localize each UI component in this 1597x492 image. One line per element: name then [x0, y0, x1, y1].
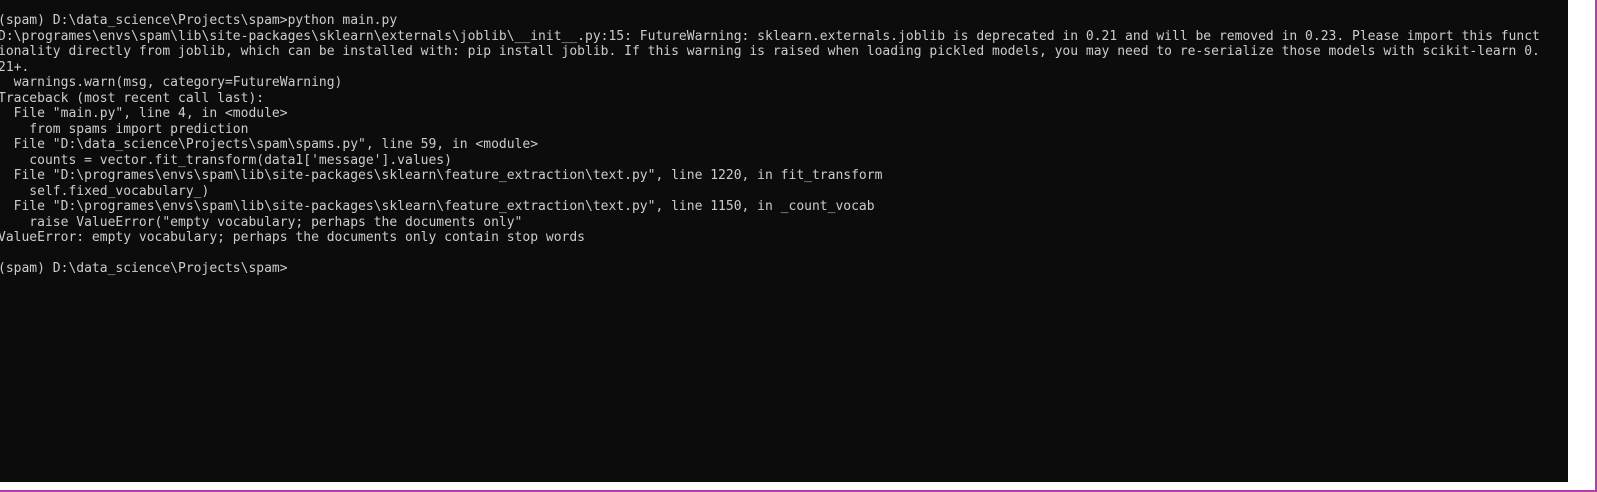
console-line: File "D:\data_science\Projects\spam\spam… [0, 137, 539, 152]
console-line: self.fixed_vocabulary_) [0, 183, 210, 199]
terminal-window: (spam) D:\data_science\Projects\spam>pyt… [0, 0, 1597, 492]
window-bottom-edge [0, 482, 1568, 490]
console-line: ValueError: empty vocabulary; perhaps th… [0, 230, 585, 245]
console-line: 21+. [0, 59, 30, 75]
console-line: from spams import prediction [0, 121, 249, 137]
console-output-area[interactable]: (spam) D:\data_science\Projects\spam>pyt… [0, 0, 1568, 482]
console-text: (spam) D:\data_science\Projects\spam>pyt… [0, 13, 1540, 277]
console-line: File "main.py", line 4, in <module> [0, 106, 288, 121]
console-line: raise ValueError("empty vocabulary; perh… [0, 214, 523, 230]
console-line: File "D:\programes\envs\spam\lib\site-pa… [0, 168, 883, 183]
console-line: warnings.warn(msg, category=FutureWarnin… [0, 75, 343, 90]
console-line: Traceback (most recent call last): [0, 90, 265, 106]
console-line: counts = vector.fit_transform(data1['mes… [0, 152, 452, 168]
command-prompt[interactable]: (spam) D:\data_science\Projects\spam> [0, 261, 1540, 277]
console-line: ionality directly from joblib, which can… [0, 44, 1540, 59]
console-line: D:\programes\envs\spam\lib\site-packages… [0, 28, 1540, 44]
vertical-scrollbar[interactable] [1568, 0, 1595, 482]
console-line: (spam) D:\data_science\Projects\spam>pyt… [0, 13, 398, 28]
console-line: File "D:\programes\envs\spam\lib\site-pa… [0, 199, 875, 214]
scrollbar-thumb[interactable] [1578, 20, 1586, 460]
